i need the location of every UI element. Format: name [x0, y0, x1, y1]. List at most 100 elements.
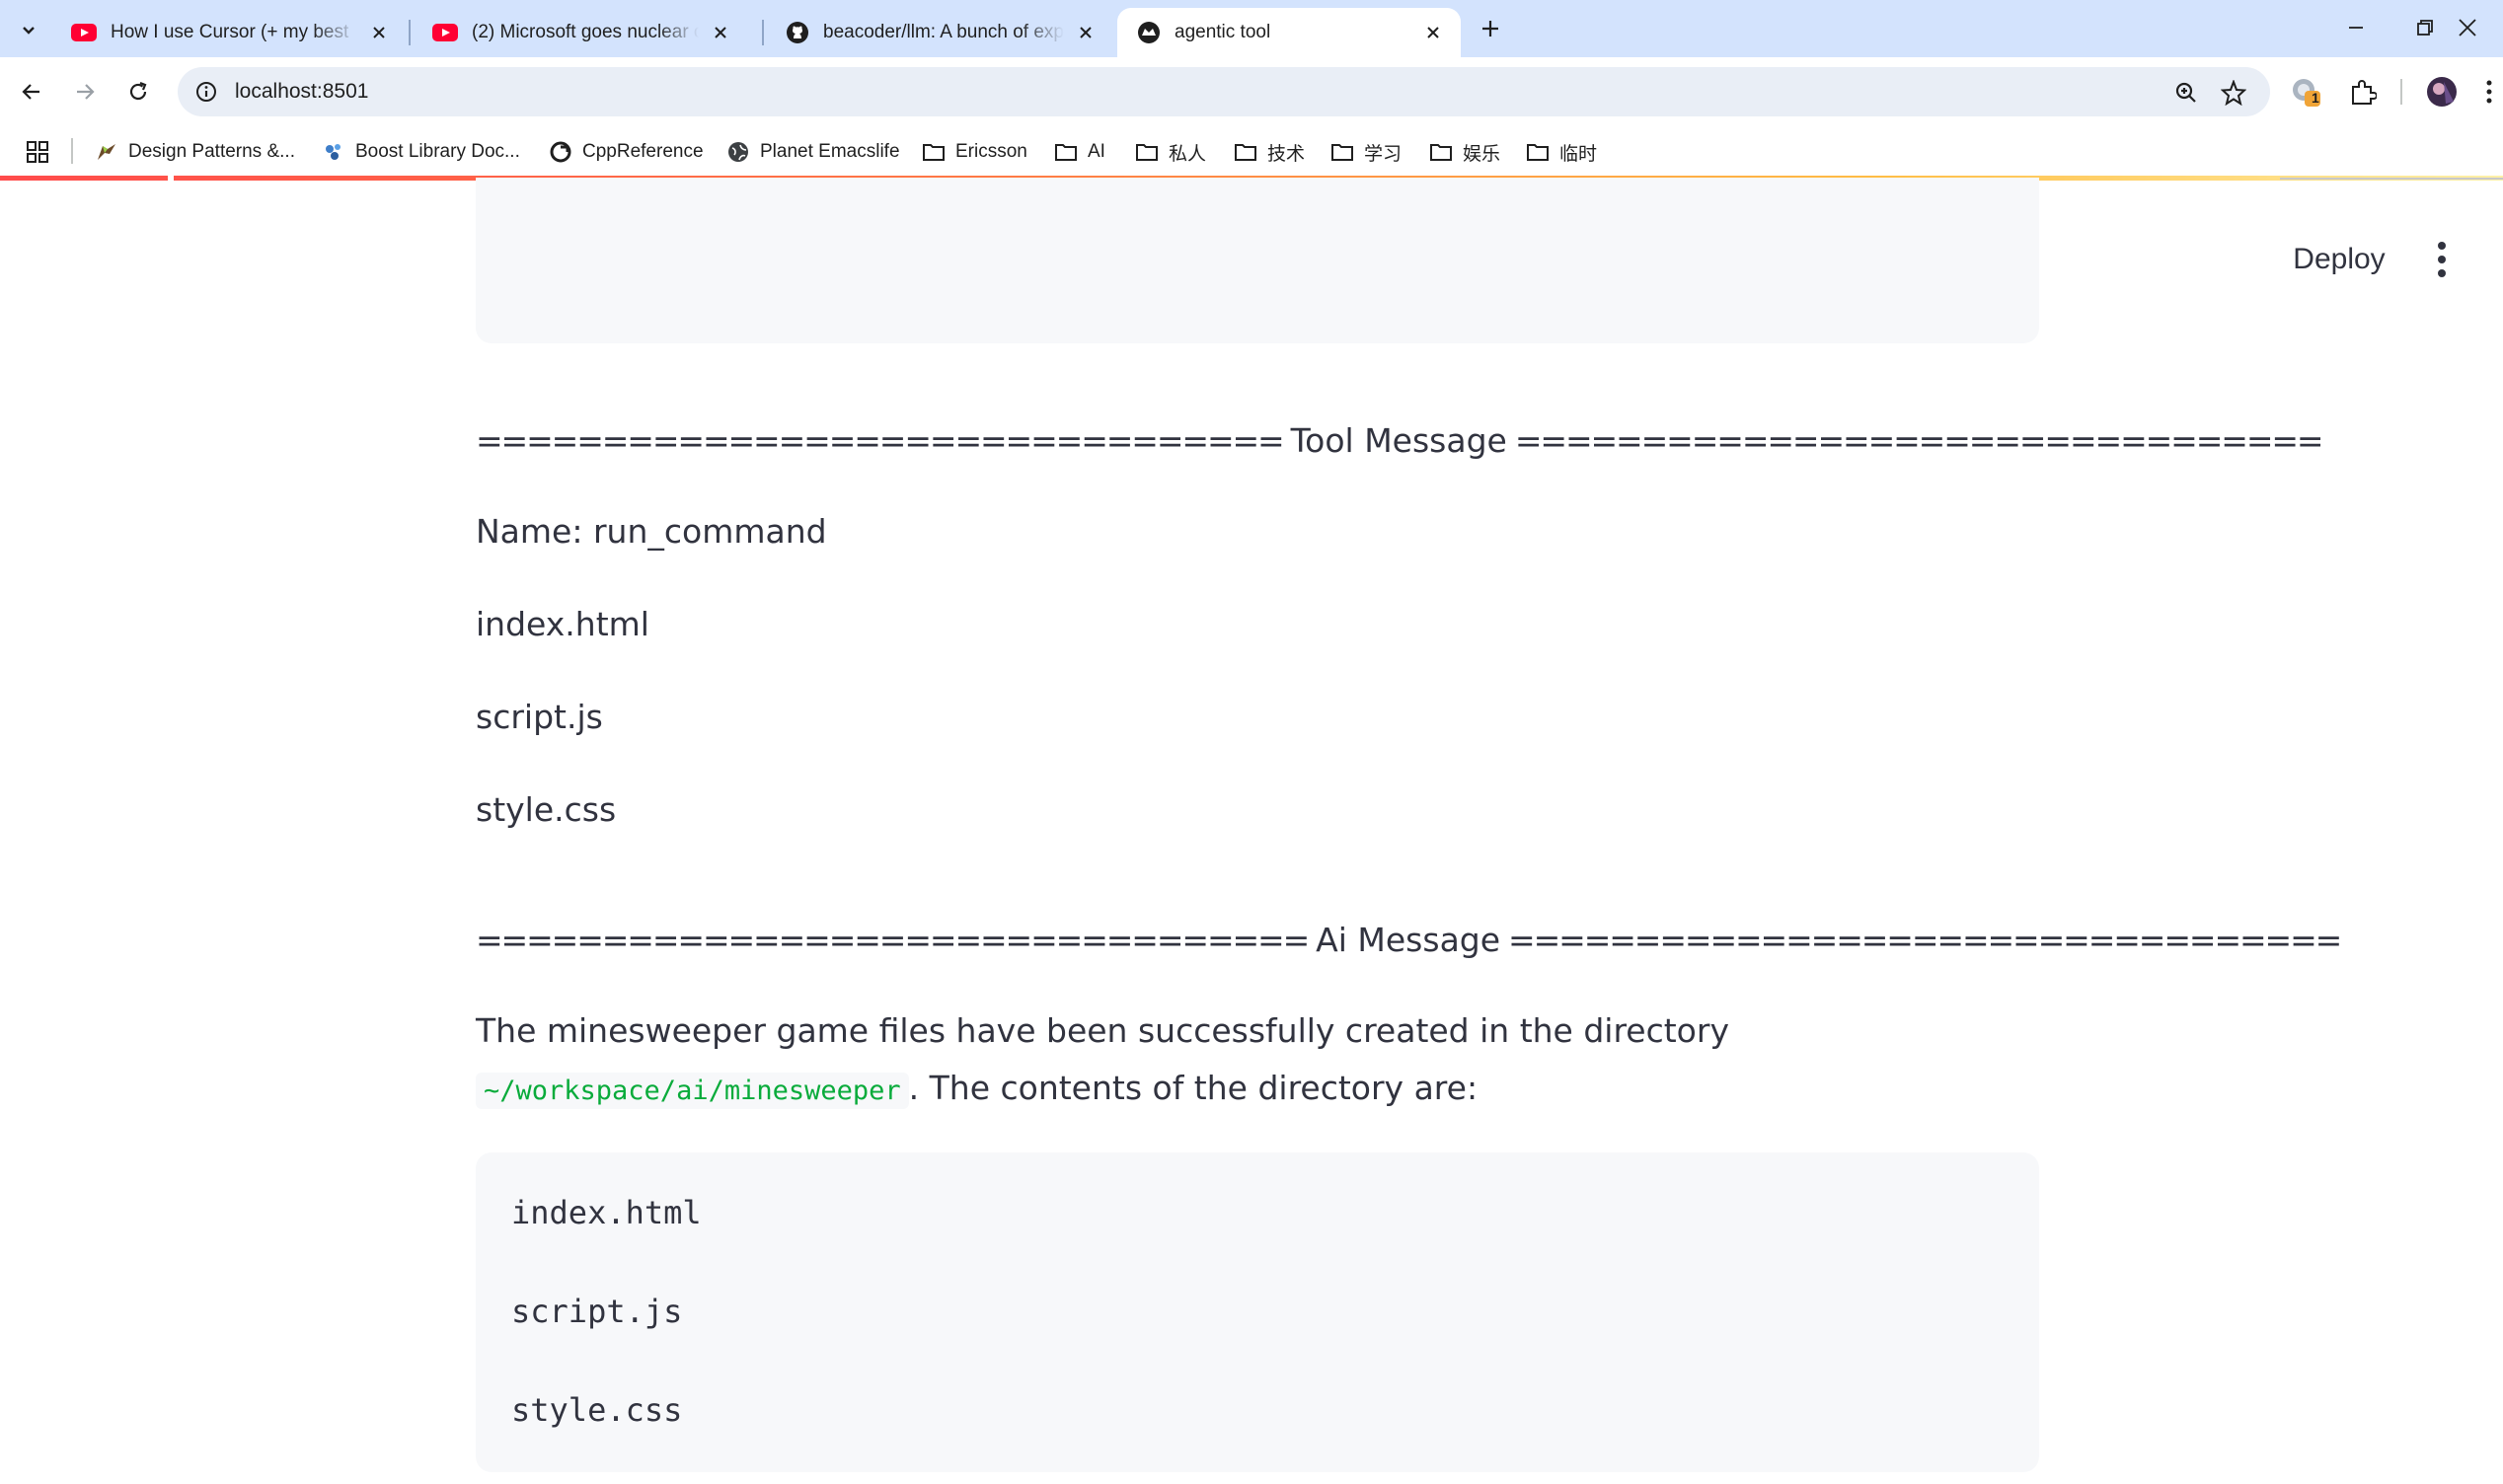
tab-title: How I use Cursor (+ my best [111, 22, 349, 42]
extension-status-button[interactable]: 1 [2288, 74, 2323, 110]
ai-message-header: ================================= Ai Mess… [476, 918, 2342, 963]
boost-icon [322, 140, 345, 164]
tool-message-title: Tool Message [1290, 421, 1507, 460]
folder-icon [1526, 142, 1550, 162]
bookmark-folder-tech[interactable]: 技术 [1234, 136, 1305, 168]
code-line: index.html [511, 1194, 702, 1231]
plus-icon [1482, 21, 1498, 37]
bookmark-folder-study[interactable]: 学习 [1330, 136, 1402, 168]
tab-microsoft-video[interactable]: (2) Microsoft goes nuclear on [413, 8, 748, 57]
bookmark-cppreference[interactable]: CppReference [549, 136, 704, 168]
tab-agentic-tool[interactable]: agentic tool [1117, 8, 1461, 57]
folder-icon [1234, 142, 1257, 162]
ai-message-text: The minesweeper game files have been suc… [476, 1011, 1729, 1050]
previous-code-block [476, 178, 2039, 343]
youtube-icon [432, 24, 458, 41]
streamlit-icon [1138, 22, 1160, 43]
separator-right: ================================= [1508, 921, 2342, 959]
separator-left: ================================ [476, 421, 1285, 460]
close-icon[interactable] [709, 21, 732, 44]
bookmark-label: Planet Emacslife [760, 141, 900, 162]
tab-title: beacoder/llm: A bunch of exp [823, 22, 1064, 42]
close-window-button[interactable] [2458, 0, 2503, 55]
youtube-icon [71, 24, 97, 41]
bookmark-label: 技术 [1267, 143, 1306, 165]
tool-output-line: index.html [476, 605, 649, 643]
more-vertical-icon [2438, 269, 2446, 277]
code-line: script.js [511, 1293, 683, 1330]
bookmark-folder-entertainment[interactable]: 娱乐 [1429, 136, 1500, 168]
bookmark-folder-temp[interactable]: 临时 [1526, 136, 1597, 168]
minimize-button[interactable] [2321, 0, 2390, 55]
bookmark-boost[interactable]: Boost Library Doc... [322, 136, 520, 168]
extension-badge-count: 1 [2312, 90, 2319, 106]
chevron-down-icon [23, 27, 35, 35]
bookmarks-bar: Design Patterns &... Boost Library Doc..… [0, 126, 2503, 178]
reload-icon [129, 81, 147, 101]
apps-grid-icon [27, 141, 48, 163]
restore-button[interactable] [2390, 0, 2460, 55]
address-bar[interactable]: localhost:8501 [178, 67, 2270, 116]
bookmark-label: Design Patterns &... [128, 141, 295, 162]
bookmark-folder-ai[interactable]: AI [1054, 136, 1105, 168]
bookmark-folder-private[interactable]: 私人 [1135, 136, 1206, 168]
tab-separator [409, 20, 411, 45]
tab-title: agentic tool [1175, 22, 1271, 42]
apps-button[interactable] [26, 136, 49, 168]
separator-left: ================================= [476, 921, 1310, 959]
tab-title: (2) Microsoft goes nuclear on [472, 22, 699, 42]
tab-github[interactable]: beacoder/llm: A bunch of exp [766, 8, 1113, 57]
bookmark-star-icon[interactable] [2221, 80, 2246, 106]
browser-menu-button[interactable] [2475, 74, 2503, 110]
folder-icon [1429, 142, 1453, 162]
tab-cursor-video[interactable]: How I use Cursor (+ my best [51, 8, 407, 57]
minimize-icon [2349, 27, 2363, 29]
cppreference-icon [549, 140, 572, 164]
bird-icon [95, 140, 118, 164]
folder-icon [922, 142, 946, 162]
separator-right: ================================ [1514, 421, 2324, 460]
indicator-gap [168, 176, 174, 181]
close-icon [2459, 19, 2476, 37]
indicator-track [2280, 178, 2503, 180]
extensions-button[interactable] [2345, 74, 2381, 110]
bookmark-label: 临时 [1559, 143, 1598, 165]
code-block: index.html script.js style.css [476, 1152, 2039, 1472]
close-icon[interactable] [1074, 21, 1098, 44]
bookmark-label: Boost Library Doc... [355, 141, 520, 162]
folder-icon [1135, 142, 1159, 162]
bookmark-planet-emacslife[interactable]: Planet Emacslife [726, 136, 900, 168]
bookmarks-divider [71, 138, 73, 164]
github-icon [787, 22, 808, 43]
tab-strip: How I use Cursor (+ my best (2) Microsof… [0, 0, 2503, 57]
globe-icon [726, 140, 750, 164]
folder-icon [1330, 142, 1354, 162]
bookmark-label: AI [1088, 141, 1105, 162]
bookmark-folder-ericsson[interactable]: Ericsson [922, 136, 1027, 168]
close-icon[interactable] [367, 21, 391, 44]
zoom-icon[interactable] [2173, 80, 2199, 106]
tab-search-button[interactable] [12, 13, 45, 46]
folder-icon [1054, 142, 1078, 162]
forward-button[interactable] [67, 74, 103, 110]
app-menu-button[interactable] [2424, 237, 2460, 282]
tool-name: Name: run_command [476, 512, 827, 551]
url-text: localhost:8501 [235, 80, 369, 103]
bookmark-design-patterns[interactable]: Design Patterns &... [95, 136, 295, 168]
site-info-icon[interactable] [191, 81, 221, 103]
new-tab-button[interactable] [1471, 12, 1510, 45]
tool-output-line: style.css [476, 790, 617, 829]
reload-button[interactable] [120, 74, 156, 110]
bookmark-label: 学习 [1364, 143, 1403, 165]
more-vertical-icon [2438, 256, 2446, 263]
back-button[interactable] [14, 74, 49, 110]
tab-separator [762, 20, 764, 45]
deploy-button[interactable]: Deploy [2270, 237, 2408, 282]
directory-path-code: ~/workspace/ai/minesweeper [476, 1073, 909, 1109]
close-icon[interactable] [1421, 21, 1445, 44]
profile-button[interactable] [2424, 74, 2460, 110]
avatar [2427, 77, 2457, 107]
more-vertical-icon [2438, 242, 2446, 250]
ai-message-text-continued: ~/workspace/ai/minesweeper. The contents… [476, 1066, 1478, 1114]
chat-content: ================================ Tool Mes… [476, 178, 2342, 1484]
